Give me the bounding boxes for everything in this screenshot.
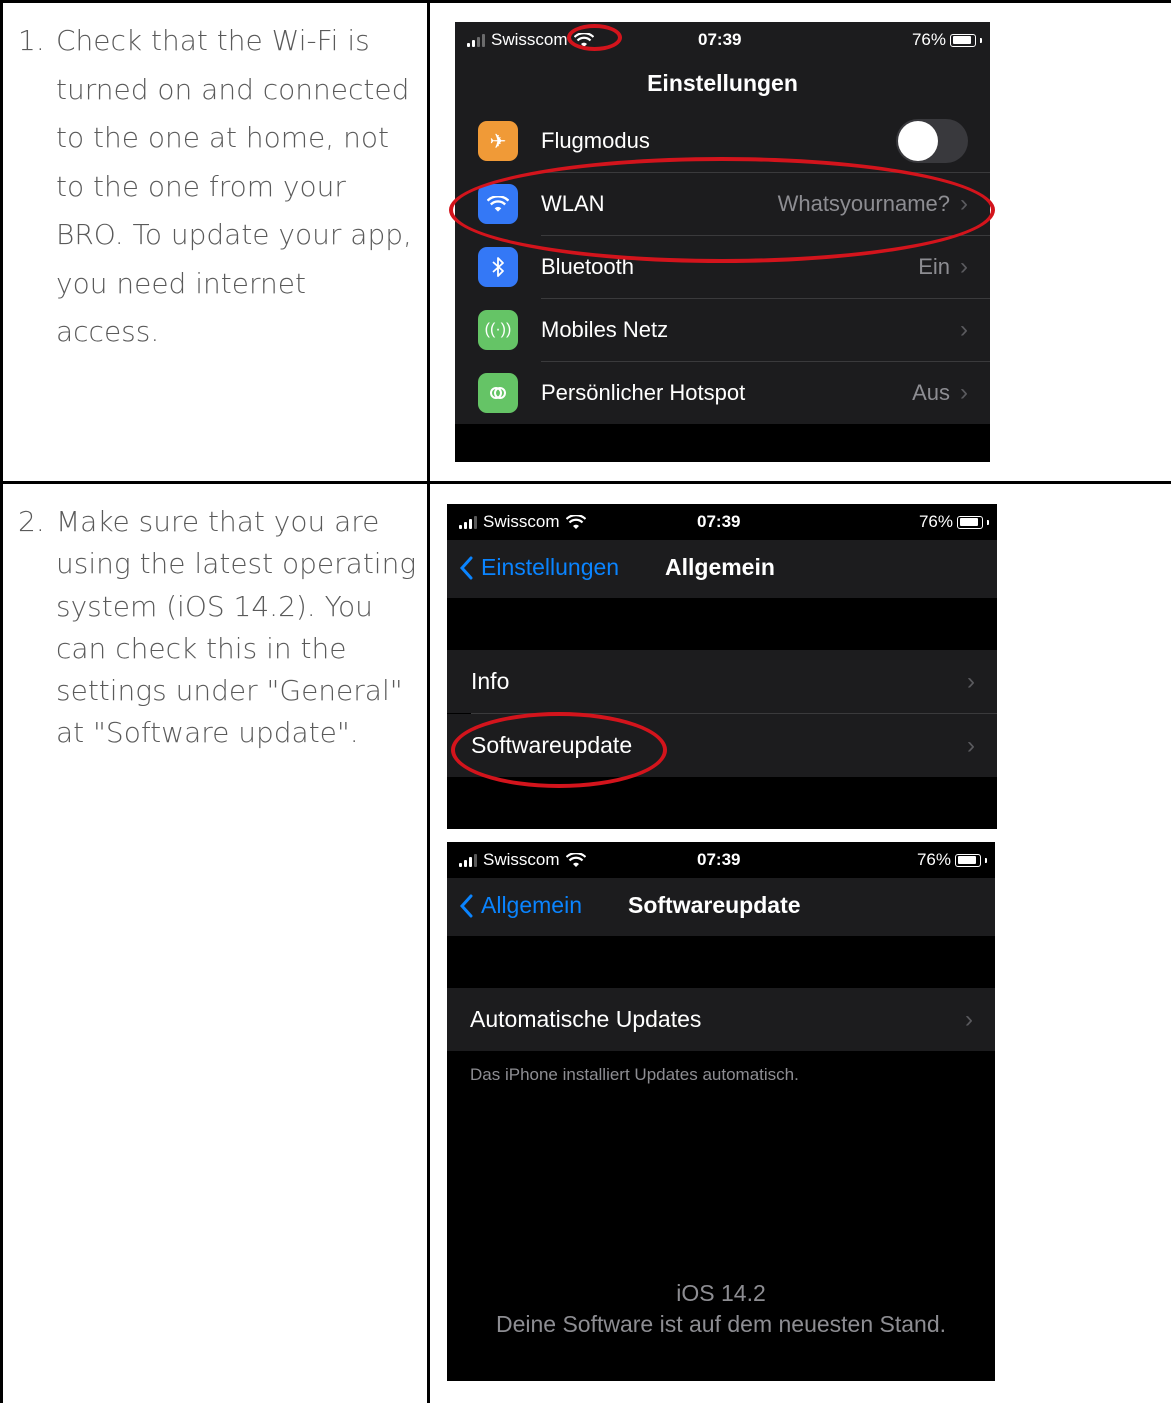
wifi-icon xyxy=(478,184,518,224)
step-text: Make sure that you are using the latest … xyxy=(56,505,417,750)
settings-row-bluetooth[interactable]: Bluetooth Ein › xyxy=(455,236,990,298)
battery-icon xyxy=(950,33,976,47)
row-label: Softwareupdate xyxy=(471,732,633,758)
settings-row-info[interactable]: Info › xyxy=(447,650,997,713)
status-time: 07:39 xyxy=(698,30,742,49)
bluetooth-icon xyxy=(478,247,518,287)
battery-percent: 76% xyxy=(916,850,951,869)
row-label: Automatische Updates xyxy=(470,1006,702,1032)
table-column-divider xyxy=(427,0,430,1403)
signal-icon xyxy=(459,515,477,529)
carrier-name: Swisscom xyxy=(491,30,568,49)
step-1: 1. Check that the Wi-Fi is turned on and… xyxy=(18,17,418,357)
chevron-right-icon: › xyxy=(965,1005,973,1033)
carrier-name: Swisscom xyxy=(483,512,560,531)
row-label: Bluetooth xyxy=(541,254,634,279)
settings-row-automatic-updates[interactable]: Automatische Updates › xyxy=(447,988,995,1051)
table-border-top xyxy=(0,0,1171,3)
battery-icon xyxy=(957,515,983,529)
chevron-right-icon: › xyxy=(960,190,968,217)
status-time: 07:39 xyxy=(697,850,741,869)
update-status: Deine Software ist auf dem neuesten Stan… xyxy=(495,1311,947,1337)
footnote: Das iPhone installiert Updates automatis… xyxy=(470,1065,799,1084)
chevron-right-icon: › xyxy=(967,667,975,695)
settings-row-mobiles-netz[interactable]: ((·)) Mobiles Netz › xyxy=(455,299,990,361)
settings-row-hotspot[interactable]: Persönlicher Hotspot Aus › xyxy=(455,362,990,424)
row-label: Flugmodus xyxy=(541,128,650,153)
row-value: Whatsyourname? xyxy=(777,191,950,216)
signal-icon xyxy=(459,853,477,867)
back-label: Allgemein xyxy=(481,892,582,918)
row-label: Info xyxy=(471,668,510,694)
carrier-name: Swisscom xyxy=(483,850,560,869)
settings-screenshot: Swisscom 07:39 76% Einstellungen ✈ Flugm… xyxy=(455,22,990,462)
wifi-status-icon xyxy=(565,852,586,867)
battery-icon xyxy=(955,853,981,867)
chevron-right-icon: › xyxy=(967,731,975,759)
chevron-right-icon: › xyxy=(960,316,968,343)
wifi-status-icon xyxy=(573,32,594,47)
battery-percent: 76% xyxy=(918,512,953,531)
nav-bar: Einstellungen Allgemein xyxy=(447,540,997,598)
status-bar: Swisscom 07:39 76% xyxy=(447,842,995,878)
chevron-right-icon: › xyxy=(960,253,968,280)
step-number: 2. xyxy=(18,505,45,538)
signal-icon xyxy=(467,33,485,47)
step-2: 2. Make sure that you are using the late… xyxy=(18,501,418,755)
chevron-right-icon: › xyxy=(960,379,968,406)
step-text: Check that the Wi-Fi is turned on and co… xyxy=(56,24,412,348)
step-number: 1. xyxy=(18,24,45,57)
back-label: Einstellungen xyxy=(481,554,620,580)
row-label: Mobiles Netz xyxy=(541,317,669,342)
page-title: Einstellungen xyxy=(647,70,798,96)
page-title: Softwareupdate xyxy=(628,892,801,918)
battery-percent: 76% xyxy=(911,30,946,49)
row-value: Ein xyxy=(918,254,950,279)
table-border-left xyxy=(0,0,3,1403)
hotspot-icon xyxy=(478,373,518,413)
nav-bar: Allgemein Softwareupdate xyxy=(447,878,995,936)
general-screenshot: Swisscom 07:39 76% Einstellungen Allgeme… xyxy=(447,504,997,829)
airplane-icon: ✈ xyxy=(478,121,518,161)
wifi-status-icon xyxy=(565,514,586,529)
chevron-left-icon xyxy=(459,556,473,579)
airplane-mode-toggle[interactable] xyxy=(896,119,968,163)
back-button[interactable]: Einstellungen xyxy=(459,554,619,581)
status-bar: Swisscom 07:39 76% xyxy=(455,22,990,58)
row-value: Aus xyxy=(912,380,950,405)
settings-row-wlan[interactable]: WLAN Whatsyourname? › xyxy=(455,173,990,235)
back-button[interactable]: Allgemein xyxy=(459,892,582,919)
table-row-divider xyxy=(0,481,1171,484)
row-label: WLAN xyxy=(541,191,605,216)
page-title: Allgemein xyxy=(665,554,775,580)
ios-version: iOS 14.2 xyxy=(676,1280,766,1306)
status-bar: Swisscom 07:39 76% xyxy=(447,504,997,540)
chevron-left-icon xyxy=(459,894,473,917)
status-time: 07:39 xyxy=(697,512,741,531)
settings-row-flugmodus[interactable]: ✈ Flugmodus xyxy=(455,110,990,172)
antenna-icon: ((·)) xyxy=(478,310,518,350)
softwareupdate-screenshot: Swisscom 07:39 76% Allgemein Softwareupd… xyxy=(447,842,995,1381)
settings-row-softwareupdate[interactable]: Softwareupdate › xyxy=(447,714,997,777)
row-label: Persönlicher Hotspot xyxy=(541,380,746,405)
